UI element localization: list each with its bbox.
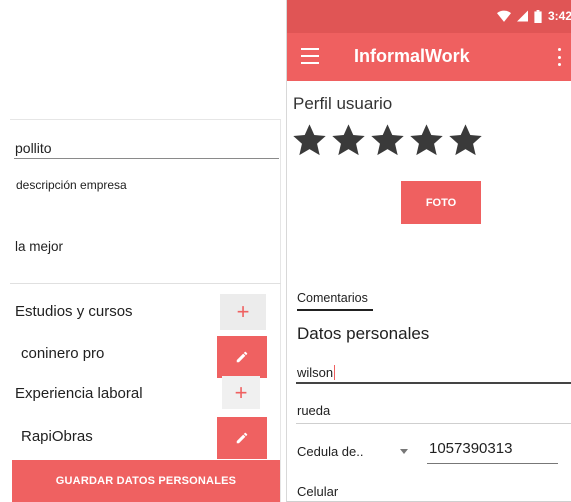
description-field[interactable]: la mejor: [15, 239, 63, 254]
divider: [280, 119, 281, 502]
signal-icon: [516, 10, 528, 22]
status-icons: 3:42: [496, 9, 571, 23]
course-item: coninero pro: [21, 345, 105, 362]
studies-section-label: Estudios y cursos: [15, 303, 133, 320]
input-underline: [427, 463, 558, 464]
more-vert-icon[interactable]: [556, 48, 562, 66]
text-cursor: [334, 365, 336, 380]
plus-icon: +: [236, 299, 250, 324]
input-underline: [296, 382, 571, 384]
edit-course-button[interactable]: [217, 336, 267, 378]
first-name-field[interactable]: wilson: [297, 365, 336, 380]
save-personal-data-button[interactable]: GUARDAR DATOS PERSONALES: [12, 460, 280, 502]
input-underline: [296, 423, 571, 424]
star-icon: [410, 124, 443, 156]
status-time: 3:42: [547, 9, 571, 23]
rating-stars[interactable]: [291, 122, 484, 159]
star-icon: [332, 124, 365, 156]
document-type-select[interactable]: Cedula de..: [297, 444, 364, 459]
wifi-icon: [496, 10, 511, 22]
status-bar: 3:42: [287, 0, 571, 33]
app-title: InformalWork: [354, 46, 470, 66]
tab-indicator: [297, 309, 373, 311]
description-label: descripción empresa: [16, 178, 127, 192]
edit-experience-button[interactable]: [217, 417, 267, 459]
star-icon: [371, 124, 404, 156]
add-study-button[interactable]: +: [220, 294, 266, 330]
personal-data-title: Datos personales: [297, 324, 430, 343]
dropdown-arrow-icon[interactable]: [400, 449, 408, 454]
profile-title: Perfil usuario: [293, 94, 393, 113]
first-name-value: wilson: [297, 365, 334, 380]
app-bar: InformalWork: [287, 33, 571, 81]
document-number-field[interactable]: 1057390313: [429, 440, 512, 457]
phone-field-label: Celular: [297, 484, 339, 499]
star-icon: [293, 124, 326, 156]
photo-button[interactable]: FOTO: [401, 181, 481, 224]
divider: [10, 119, 281, 120]
add-experience-button[interactable]: +: [222, 376, 260, 409]
menu-icon[interactable]: [301, 48, 321, 64]
business-profile-form: pollito descripción empresa la mejor Est…: [10, 119, 281, 502]
last-name-field[interactable]: rueda: [297, 403, 330, 418]
plus-icon: +: [234, 379, 248, 405]
photo-button-label: FOTO: [425, 196, 457, 209]
business-name-field[interactable]: pollito: [15, 140, 52, 156]
input-underline: [14, 158, 279, 159]
battery-icon: [534, 9, 542, 23]
pencil-icon: [236, 432, 248, 444]
divider: [10, 283, 281, 284]
tab-comments[interactable]: Comentarios: [297, 291, 368, 305]
experience-section-label: Experiencia laboral: [15, 385, 143, 402]
experience-item: RapiObras: [21, 428, 93, 445]
pencil-icon: [236, 351, 248, 363]
star-icon: [449, 124, 482, 156]
phone-screen: 3:42 InformalWork Perfil usuario FOTO Co…: [286, 0, 571, 502]
save-button-label: GUARDAR DATOS PERSONALES: [55, 475, 237, 487]
